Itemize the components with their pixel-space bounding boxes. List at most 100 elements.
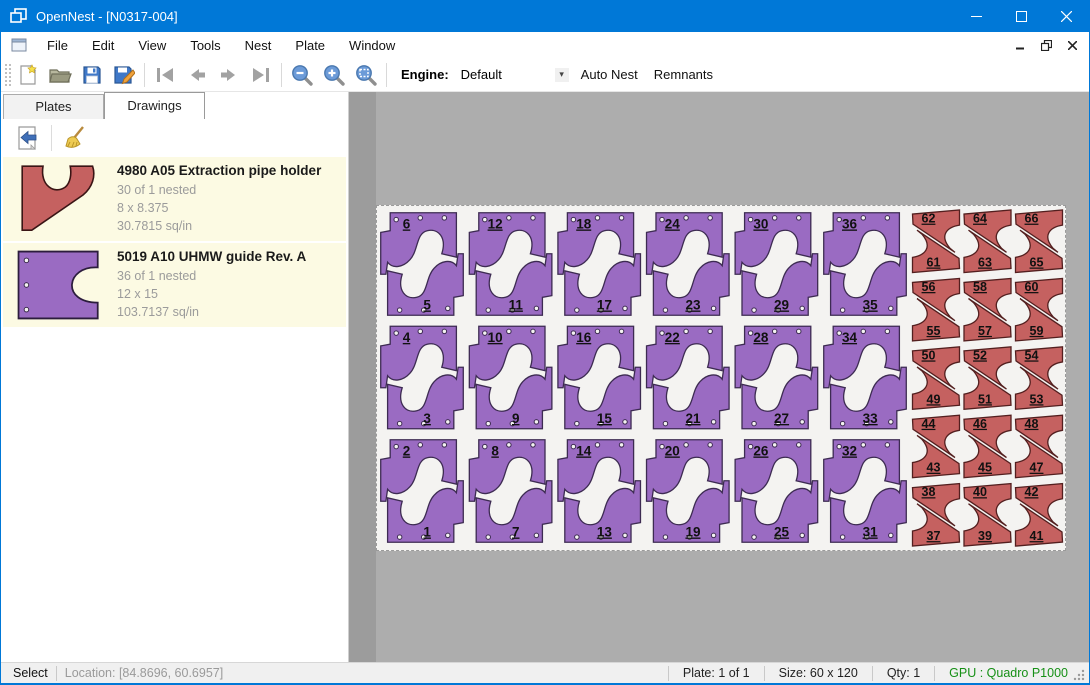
cursor-location: Location: [84.8696, 60.6957] [65,666,223,680]
minimize-button[interactable] [954,0,999,32]
part-number-label: 30 [753,216,768,231]
drill-hole [483,217,487,221]
drawing-nested-count: 30 of 1 nested [117,181,340,199]
part-number-label: 51 [978,392,992,406]
drill-hole [595,329,599,333]
engine-label: Engine: [401,67,449,82]
new-document-button[interactable] [12,61,44,89]
drill-hole [442,443,446,447]
part-number-label: 7 [512,525,520,540]
drill-hole [575,535,579,539]
tab-drawings[interactable]: Drawings [104,92,205,119]
zoom-extents-icon [354,63,378,87]
menu-tools[interactable]: Tools [178,34,232,57]
clear-drawings-button[interactable] [58,123,92,153]
toolbar-grip[interactable] [4,63,12,87]
menu-file[interactable]: File [35,34,80,57]
part-number-label: 46 [973,417,987,431]
drill-hole [708,443,712,447]
drill-hole [575,421,579,425]
part-number-label: 8 [491,443,499,458]
save-icon [81,64,103,86]
drill-hole [571,217,575,221]
drawing-list-item[interactable]: 5019 A10 UHMW guide Rev. A 36 of 1 neste… [3,243,346,327]
drill-hole [418,329,422,333]
drill-hole [531,216,535,220]
part-number-label: 63 [978,256,992,270]
drill-hole [623,420,627,424]
part-number-label: 1 [423,525,431,540]
drawing-title: 4980 A05 Extraction pipe holder [117,163,340,178]
drill-hole [595,443,599,447]
part-number-label: 4 [403,330,411,345]
part-number-label: 2 [403,443,411,458]
engine-value: Default [461,67,502,82]
go-last-button[interactable] [245,61,277,89]
part-number-label: 37 [927,529,941,543]
menu-edit[interactable]: Edit [80,34,126,57]
go-previous-button[interactable] [181,61,213,89]
drill-hole [619,443,623,447]
go-first-icon [153,64,177,86]
mdi-restore-icon [1041,40,1052,51]
drill-hole [663,308,667,312]
drill-hole [885,216,889,220]
drill-hole [772,216,776,220]
menu-window[interactable]: Window [337,34,407,57]
go-first-button[interactable] [149,61,181,89]
drawings-toolbar [1,119,348,157]
drill-hole [663,535,667,539]
drill-hole [507,329,511,333]
open-button[interactable] [44,61,76,89]
zoom-extents-button[interactable] [350,61,382,89]
mdi-close-button[interactable] [1059,35,1085,55]
drill-hole [486,535,490,539]
window-title: OpenNest - [N0317-004] [36,9,178,24]
drill-hole [531,443,535,447]
zoom-out-button[interactable] [286,61,318,89]
chevron-down-icon: ▾ [555,68,569,82]
part-number-label: 28 [753,330,769,345]
drill-hole [711,306,715,310]
mdi-minimize-button[interactable] [1007,35,1033,55]
resize-grip-icon[interactable] [1072,668,1086,682]
drill-hole [418,443,422,447]
mdi-minimize-icon [1016,41,1025,50]
drill-hole [486,421,490,425]
drill-hole [748,331,752,335]
drill-hole [837,331,841,335]
mdi-restore-button[interactable] [1033,35,1059,55]
menu-view[interactable]: View [126,34,178,57]
part-number-label: 61 [927,256,941,270]
part-number-label: 65 [1030,256,1044,270]
drawing-list-item[interactable]: 4980 A05 Extraction pipe holder 30 of 1 … [3,157,346,241]
menu-nest[interactable]: Nest [233,34,284,57]
auto-nest-button[interactable]: Auto Nest [573,62,646,87]
save-button[interactable] [76,61,108,89]
part-number-label: 41 [1030,529,1044,543]
maximize-button[interactable] [999,0,1044,32]
close-button[interactable] [1044,0,1089,32]
nest-canvas[interactable]: 6512111817242330293635431091615222128273… [349,92,1089,662]
engine-select[interactable]: Default ▾ [455,64,573,86]
drill-hole [861,329,865,333]
remnants-button[interactable]: Remnants [646,62,721,87]
zoom-in-button[interactable] [318,61,350,89]
part-number-label: 6 [403,216,411,231]
mode-indicator: Select [1,666,48,680]
go-next-button[interactable] [213,61,245,89]
part-number-label: 15 [597,411,613,426]
return-part-button[interactable] [11,123,45,153]
drill-hole [861,443,865,447]
drill-hole [623,306,627,310]
tab-plates[interactable]: Plates [3,94,104,119]
plate-sheet[interactable]: 6512111817242330293635431091615222128273… [376,205,1066,551]
part-thumbnail-purple [9,248,109,322]
drawings-list: 4980 A05 Extraction pipe holder 30 of 1 … [1,157,348,662]
part-number-label: 49 [927,392,941,406]
part-number-label: 54 [1025,348,1039,362]
go-previous-icon [185,64,209,86]
save-as-button[interactable] [108,61,140,89]
menu-plate[interactable]: Plate [283,34,337,57]
drill-hole [446,306,450,310]
